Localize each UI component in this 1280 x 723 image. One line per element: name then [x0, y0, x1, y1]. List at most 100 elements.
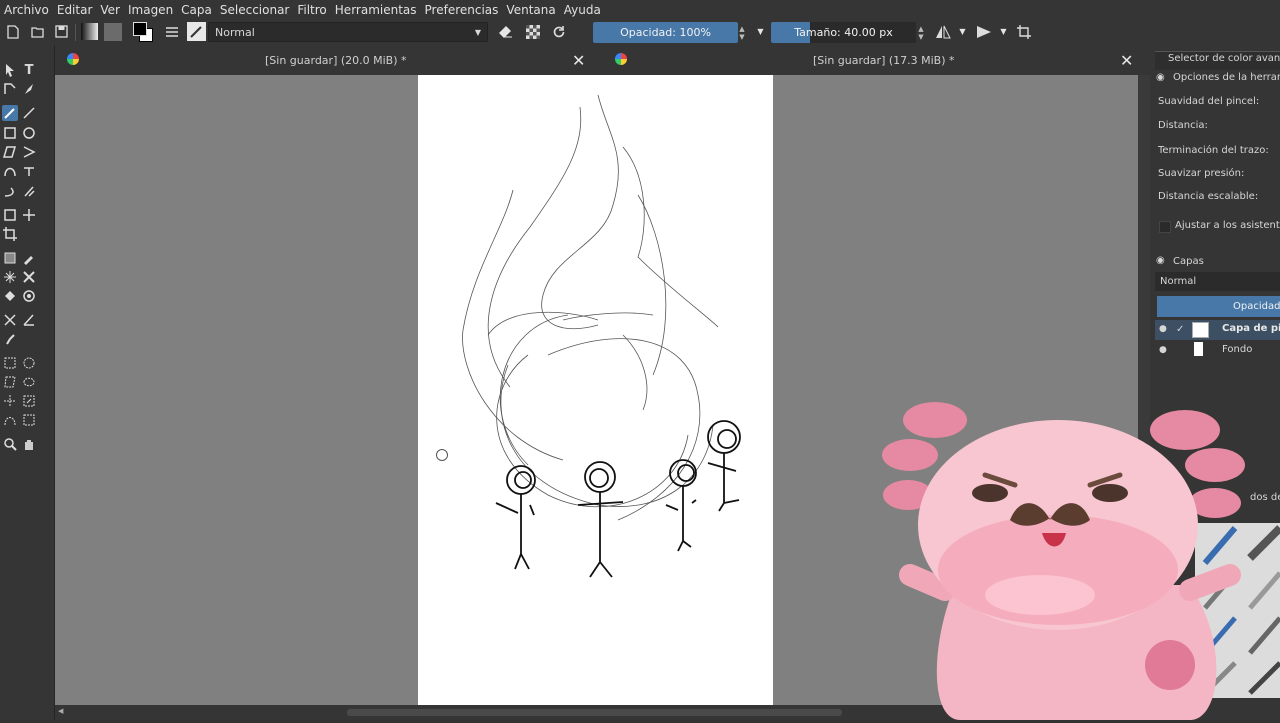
smart-patch-icon[interactable]: [2, 269, 18, 285]
freehand-selection-icon[interactable]: [21, 374, 37, 390]
reload-preset-icon[interactable]: [549, 22, 568, 41]
opacity-dropdown-icon[interactable]: ▼: [751, 22, 770, 41]
close-icon[interactable]: ✕: [572, 51, 585, 70]
size-slider[interactable]: Tamaño: 40.00 px: [771, 22, 916, 43]
layer-name[interactable]: Fondo: [1222, 344, 1252, 355]
assistant-tool-icon[interactable]: [21, 269, 37, 285]
similar-color-selection-icon[interactable]: [21, 393, 37, 409]
menu-imagen[interactable]: Imagen: [124, 3, 177, 17]
edit-shapes-icon[interactable]: [2, 81, 18, 97]
opacity-slider[interactable]: Opacidad: 100%: [593, 22, 738, 43]
preserve-alpha-icon[interactable]: [523, 22, 542, 41]
color-picker-icon[interactable]: [21, 250, 37, 266]
flame-sketch: [462, 94, 741, 578]
transform-tool-icon[interactable]: [2, 207, 18, 223]
layer-thumbnail: [1192, 322, 1209, 338]
zoom-tool-icon[interactable]: [2, 436, 18, 452]
layer-name[interactable]: Capa de pin: [1222, 323, 1280, 334]
multibrush-icon[interactable]: [21, 183, 37, 199]
menu-preferencias[interactable]: Preferencias: [421, 3, 503, 17]
krita-logo-icon: [615, 53, 627, 65]
scrollbar-thumb[interactable]: [347, 709, 842, 716]
brush-preset-icon[interactable]: [187, 22, 206, 41]
scroll-left-icon[interactable]: ◀: [58, 707, 63, 715]
document-tab-title: [Sin guardar] (17.3 MiB) *: [813, 54, 955, 67]
contiguous-selection-icon[interactable]: [2, 393, 18, 409]
menu-bar: Archivo Editar Ver Imagen Capa Seleccion…: [0, 0, 1280, 20]
menu-ventana[interactable]: Ventana: [502, 3, 559, 17]
mirror-horizontal-dropdown-icon[interactable]: ▼: [953, 22, 972, 41]
close-icon[interactable]: ✕: [1120, 51, 1133, 70]
line-tool-icon[interactable]: [21, 105, 37, 121]
toolbar-separator: [75, 24, 76, 41]
size-spinner[interactable]: ▲ ▼: [916, 22, 926, 43]
calligraphy-icon[interactable]: [21, 81, 37, 97]
reference-pin-icon[interactable]: [2, 331, 18, 347]
wrap-around-icon[interactable]: [1014, 22, 1033, 41]
menu-ver[interactable]: Ver: [96, 3, 124, 17]
axolotl-mascot: [870, 395, 1280, 720]
freehand-path-icon[interactable]: [21, 163, 37, 179]
menu-archivo[interactable]: Archivo: [0, 3, 53, 17]
pan-hand-icon[interactable]: [21, 436, 37, 452]
foreground-background-color-icon[interactable]: [131, 20, 155, 44]
gradient-swatch-icon[interactable]: [80, 22, 99, 41]
eraser-icon[interactable]: [496, 22, 515, 41]
brush-settings-icon[interactable]: [162, 22, 181, 41]
mirror-vertical-icon[interactable]: [974, 22, 993, 41]
menu-capa[interactable]: Capa: [177, 3, 216, 17]
option-smooth-pressure: Suavizar presión:: [1158, 168, 1245, 179]
size-label: Tamaño: 40.00 px: [794, 26, 893, 39]
menu-filtro[interactable]: Filtro: [293, 3, 330, 17]
checkmark-icon[interactable]: ✓: [1176, 324, 1184, 335]
eye-icon[interactable]: ●: [1159, 324, 1167, 334]
polygon-tool-icon[interactable]: [2, 144, 18, 160]
text-tool-icon[interactable]: T: [21, 62, 37, 78]
move-tool-icon[interactable]: [21, 207, 37, 223]
gradient-tool-icon[interactable]: [2, 250, 18, 266]
document-tab-1[interactable]: [Sin guardar] (20.0 MiB) * ✕: [55, 45, 600, 75]
ellipse-selection-icon[interactable]: [21, 355, 37, 371]
angle-tool-icon[interactable]: [21, 312, 37, 328]
mirror-vertical-dropdown-icon[interactable]: ▼: [994, 22, 1013, 41]
menu-editar[interactable]: Editar: [53, 3, 97, 17]
select-shapes-icon[interactable]: [2, 62, 18, 78]
magnetic-selection-icon[interactable]: [21, 412, 37, 428]
menu-ayuda[interactable]: Ayuda: [560, 3, 605, 17]
measure-tool-icon[interactable]: [2, 312, 18, 328]
chevron-down-icon: ▼: [474, 27, 481, 37]
bezier-selection-icon[interactable]: [2, 412, 18, 428]
freehand-brush-icon[interactable]: [2, 105, 18, 121]
document-tab-2[interactable]: [Sin guardar] (17.3 MiB) * ✕: [603, 45, 1148, 75]
eye-icon[interactable]: ●: [1159, 345, 1167, 355]
menu-herramientas[interactable]: Herramientas: [331, 3, 421, 17]
color-selector-title: Selector de color avan...: [1168, 53, 1280, 64]
drawing-canvas[interactable]: [418, 75, 773, 705]
option-distance: Distancia:: [1158, 120, 1208, 131]
layer-thumbnail: [1194, 342, 1203, 356]
snap-assistants-checkbox[interactable]: [1159, 221, 1171, 233]
tool-options-icon: ◉: [1156, 72, 1165, 83]
polygon-selection-icon[interactable]: [2, 374, 18, 390]
blend-mode-select[interactable]: Normal ▼: [208, 22, 488, 42]
opacity-label: Opacidad: 100%: [620, 26, 711, 39]
polyline-tool-icon[interactable]: [21, 144, 37, 160]
option-stroke-ending: Terminación del trazo:: [1158, 145, 1269, 156]
mirror-horizontal-icon[interactable]: [933, 22, 952, 41]
crop-tool-icon[interactable]: [2, 226, 18, 242]
fill-tool-icon[interactable]: [2, 288, 18, 304]
open-folder-icon[interactable]: [28, 22, 47, 41]
enclose-fill-icon[interactable]: [21, 288, 37, 304]
dynamic-brush-icon[interactable]: [2, 183, 18, 199]
ellipse-tool-icon[interactable]: [21, 125, 37, 141]
rect-selection-icon[interactable]: [2, 355, 18, 371]
layer-opacity-label: Opacidad:: [1233, 301, 1280, 312]
pattern-swatch-icon[interactable]: [103, 22, 122, 41]
save-icon[interactable]: [52, 22, 71, 41]
bezier-curve-icon[interactable]: [2, 163, 18, 179]
layers-docker-icon: ◉: [1156, 255, 1165, 266]
opacity-spinner[interactable]: ▲ ▼: [737, 22, 747, 43]
rectangle-tool-icon[interactable]: [2, 125, 18, 141]
menu-seleccionar[interactable]: Seleccionar: [216, 3, 293, 17]
new-document-icon[interactable]: [3, 22, 22, 41]
